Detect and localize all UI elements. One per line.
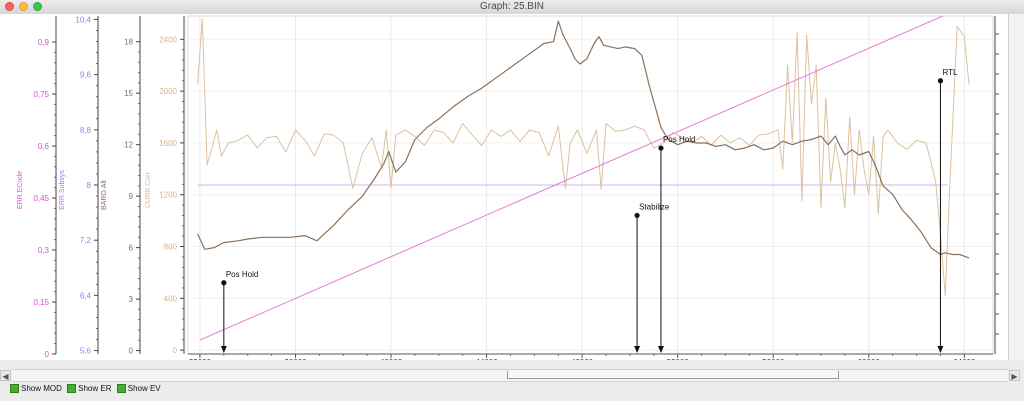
mode-marker-label: Stabilize [639,202,670,211]
y-tick-label: 8,8 [80,126,92,135]
y-tick-label: 9 [129,192,134,201]
y-tick-label: 3 [129,295,134,304]
y-tick-label: 10,4 [75,15,91,24]
y-tick-label: 1200 [159,191,177,200]
y-axis-title: ERR.Subsys [59,170,66,210]
mode-marker-dot [658,145,664,151]
y-tick-label: 0 [173,346,178,355]
y-tick-label: 1600 [159,139,177,148]
horizontal-scrollbar[interactable]: ◀ ▶ [0,369,1020,382]
y-tick-label: 8 [87,181,92,190]
mode-marker-dot [937,78,944,84]
y-tick-label: 2000 [159,87,177,96]
mode-marker-label: Pos Hold [663,135,695,144]
y-tick-label: 0,3 [38,246,50,255]
mode-marker-label: RTL [942,68,958,77]
chart-svg: 3200036000400004400048000520005600060000… [17,15,999,360]
y-tick-label: 0,45 [33,194,49,203]
checkbox-icon[interactable] [10,384,19,393]
y-axis-title: ERR.ECode [17,171,24,209]
y-tick-label: 0 [45,350,50,359]
y-tick-label: 18 [124,38,133,47]
chart-area[interactable]: 3200036000400004400048000520005600060000… [0,14,1024,360]
y-tick-label: 12 [124,141,133,150]
y-tick-label: 6,4 [80,291,92,300]
window-title: Graph: 25.BIN [480,1,544,12]
y-axis-title: CURR.Curr [145,171,152,207]
title-bar: Graph: 25.BIN [0,0,1024,15]
y-tick-label: 9,6 [80,71,92,80]
mode-marker-dot [221,280,227,286]
scrollbar-thumb[interactable] [507,371,839,379]
vertical-scrollbar[interactable] [1008,14,1024,360]
y-tick-label: 0,75 [33,90,49,99]
y-tick-label: 5,6 [80,347,92,356]
y-tick-label: 0,9 [38,38,50,47]
checkbox-row: Show MOD Show ER Show EV [10,384,164,396]
y-tick-label: 2400 [159,35,177,44]
y-tick-label: 15 [124,89,133,98]
y-tick-label: 7,2 [80,236,92,245]
scroll-left-icon[interactable]: ◀ [0,370,11,381]
y-tick-label: 800 [164,243,178,252]
show-mod-checkbox[interactable]: Show MOD [10,384,62,393]
mode-marker-dot [634,212,640,219]
y-tick-label: 400 [164,294,178,303]
checkbox-icon[interactable] [116,384,126,393]
mode-marker-label: Pos Hold [226,270,258,279]
y-tick-label: 6 [129,244,134,253]
show-ev-checkbox[interactable]: Show EV [116,384,161,393]
y-axis-title: BARO.Alt [101,180,108,210]
y-tick-label: 0,15 [33,298,49,307]
scroll-right-icon[interactable]: ▶ [1009,370,1020,381]
y-tick-label: 0 [129,347,134,356]
checkbox-icon[interactable] [67,384,77,393]
y-tick-label: 0,6 [38,142,50,151]
show-er-checkbox[interactable]: Show ER [67,384,112,393]
